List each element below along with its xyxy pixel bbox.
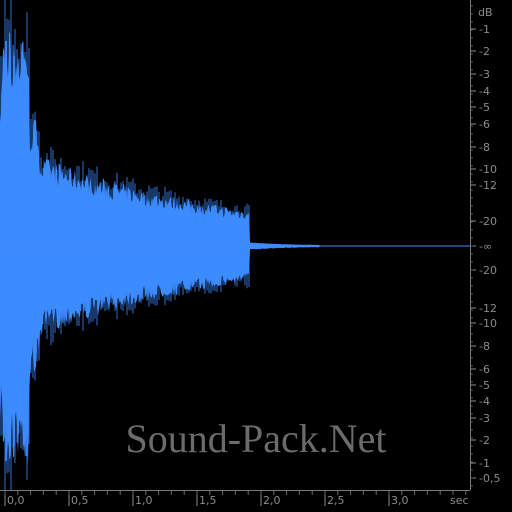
db-label-lower-1: -12 bbox=[479, 302, 497, 315]
db-label-lower-2: -10 bbox=[479, 317, 497, 330]
time-unit-label: sec bbox=[450, 494, 469, 507]
db-label-lower-4: -6 bbox=[479, 363, 490, 376]
db-label-upper-0: -1 bbox=[479, 23, 490, 36]
waveform-editor-view: -1 -2 -3 -4 -5 -6 -8 -10 -12 -20 -∞ -20 -12 -10 -8 -6 -5… bbox=[0, 0, 512, 512]
db-label-lower-0: -20 bbox=[479, 264, 497, 277]
time-label-1: 0,5 bbox=[71, 494, 89, 507]
time-ruler[interactable]: 0,0 0,5 1,0 1,5 2,0 2,5 3,0 sec bbox=[0, 490, 512, 512]
db-ruler[interactable]: -1 -2 -3 -4 -5 -6 -8 -10 -12 -20 -∞ -20 -12 -10 -8 -6 -5… bbox=[470, 0, 512, 490]
db-label-lower-5: -5 bbox=[479, 379, 490, 392]
watermark-logo: Sound-Pack.Net bbox=[125, 416, 386, 461]
db-label-lower-7: -3 bbox=[479, 412, 490, 425]
time-label-2: 1,0 bbox=[135, 494, 153, 507]
db-label-lower-8: -2 bbox=[479, 434, 490, 447]
db-label-upper-9: -20 bbox=[479, 215, 497, 228]
db-label-lower-9: -1 bbox=[479, 457, 490, 470]
db-label-upper-4: -5 bbox=[479, 101, 490, 114]
db-label-upper-8: -12 bbox=[479, 179, 497, 192]
db-label-upper-3: -4 bbox=[479, 85, 490, 98]
db-label-lower-10: -0,5 bbox=[479, 472, 500, 485]
db-label-upper-7: -10 bbox=[479, 163, 497, 176]
db-label-lower-3: -8 bbox=[479, 340, 490, 353]
time-label-5: 2,5 bbox=[327, 494, 345, 507]
db-label-center: -∞ bbox=[479, 240, 492, 253]
db-label-upper-2: -3 bbox=[479, 68, 490, 81]
time-label-4: 2,0 bbox=[263, 494, 281, 507]
db-label-upper-6: -8 bbox=[479, 141, 490, 154]
time-label-3: 1,5 bbox=[199, 494, 217, 507]
db-unit-label: dB bbox=[478, 6, 493, 19]
time-label-0: 0,0 bbox=[7, 494, 25, 507]
db-label-upper-5: -6 bbox=[479, 118, 490, 131]
db-label-upper-1: -2 bbox=[479, 45, 490, 58]
db-label-lower-6: -4 bbox=[479, 395, 490, 408]
time-label-6: 3,0 bbox=[391, 494, 409, 507]
